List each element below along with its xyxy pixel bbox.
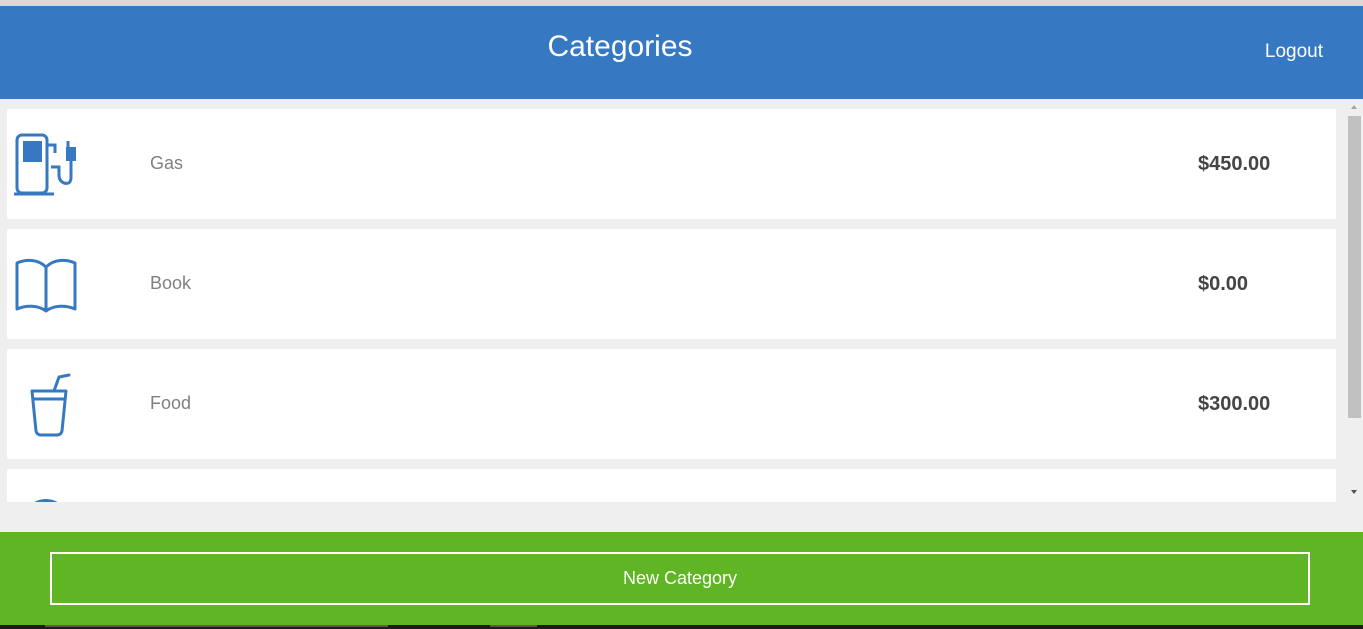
book-icon xyxy=(14,253,78,317)
app-header: Categories Logout xyxy=(0,6,1363,99)
logout-button[interactable]: Logout xyxy=(1265,41,1323,63)
category-amount: $0.00 xyxy=(1198,273,1249,295)
category-list: Gas $450.00 Book $0.00 Food $300.00 xyxy=(0,99,1346,502)
category-amount: $450.00 xyxy=(1198,153,1271,175)
circle-icon xyxy=(14,493,78,502)
taskbar-segment xyxy=(490,625,537,627)
category-row-food[interactable]: Food $300.00 xyxy=(7,349,1336,459)
gas-pump-icon xyxy=(14,133,78,197)
cup-icon xyxy=(14,373,78,437)
category-row-gas[interactable]: Gas $450.00 xyxy=(7,109,1336,219)
app-footer: New Category xyxy=(0,532,1363,625)
category-name: Food xyxy=(150,393,192,413)
category-row-partial[interactable] xyxy=(7,469,1336,502)
list-scrollbar[interactable] xyxy=(1346,99,1363,502)
scroll-down-arrow-icon[interactable] xyxy=(1351,490,1357,494)
scroll-up-arrow-icon[interactable] xyxy=(1351,105,1357,109)
category-row-book[interactable]: Book $0.00 xyxy=(7,229,1336,339)
category-name: Book xyxy=(150,273,192,293)
page-title: Categories xyxy=(547,30,693,63)
new-category-button[interactable]: New Category xyxy=(50,552,1310,605)
taskbar-edge xyxy=(0,625,1363,629)
scrollbar-thumb[interactable] xyxy=(1348,116,1361,418)
category-name: Gas xyxy=(150,153,184,173)
taskbar-segment xyxy=(45,625,388,627)
category-amount: $300.00 xyxy=(1198,393,1271,415)
